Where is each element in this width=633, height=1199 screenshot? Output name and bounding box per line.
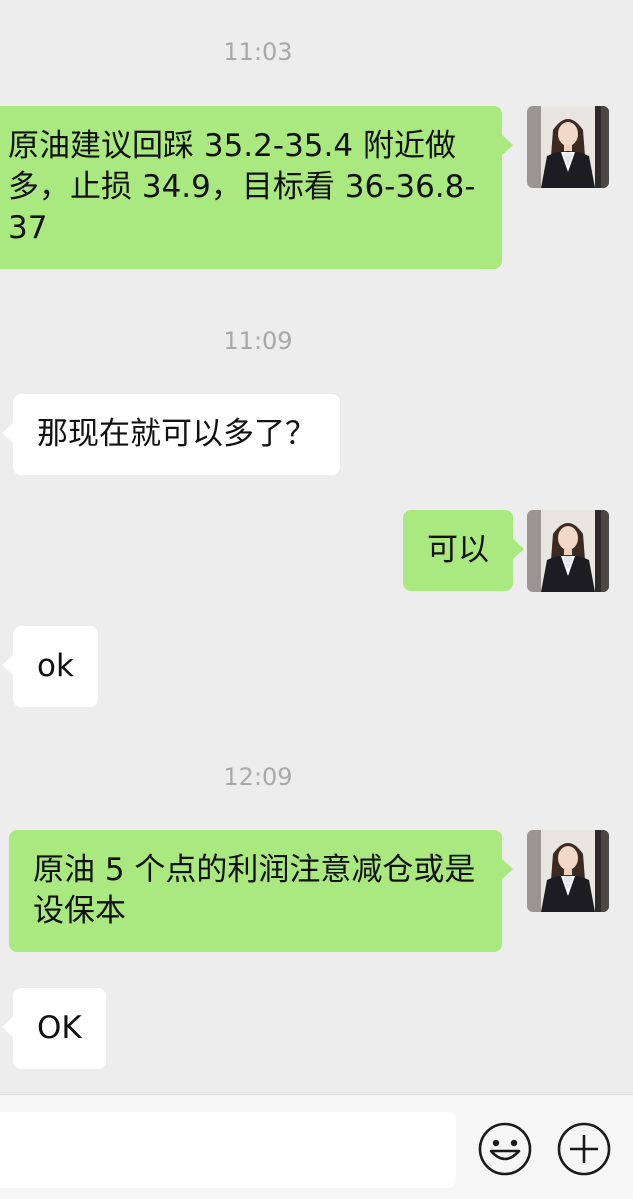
plus-circle-icon xyxy=(557,1122,611,1176)
message-bubble-outgoing[interactable]: 原油 5 个点的利润注意减仓或是设保本 xyxy=(9,830,513,952)
message-input[interactable] xyxy=(0,1112,456,1188)
timestamp: 12:09 xyxy=(223,763,293,791)
message-bubble-incoming[interactable]: OK xyxy=(2,988,106,1069)
smiley-icon xyxy=(478,1122,532,1176)
more-button[interactable] xyxy=(556,1121,612,1177)
input-bar xyxy=(0,1094,633,1199)
avatar[interactable] xyxy=(527,510,609,592)
avatar[interactable] xyxy=(527,106,609,188)
message-bubble-outgoing[interactable]: 可以 xyxy=(403,510,524,591)
message-bubble-incoming[interactable]: 那现在就可以多了？ xyxy=(2,394,340,475)
message-bubble-incoming[interactable]: ok xyxy=(2,626,98,707)
message-bubble-outgoing[interactable]: 原油建议回踩 35.2-35.4 附近做多，止损 34.9，目标看 36-36.… xyxy=(0,106,513,269)
timestamp: 11:09 xyxy=(223,327,293,355)
timestamp: 11:03 xyxy=(223,38,293,66)
avatar[interactable] xyxy=(527,830,609,912)
emoji-button[interactable] xyxy=(477,1121,533,1177)
chat-area: 11:03 原油建议回踩 35.2-35.4 附近做多，止损 34.9，目标看 … xyxy=(0,0,633,1094)
